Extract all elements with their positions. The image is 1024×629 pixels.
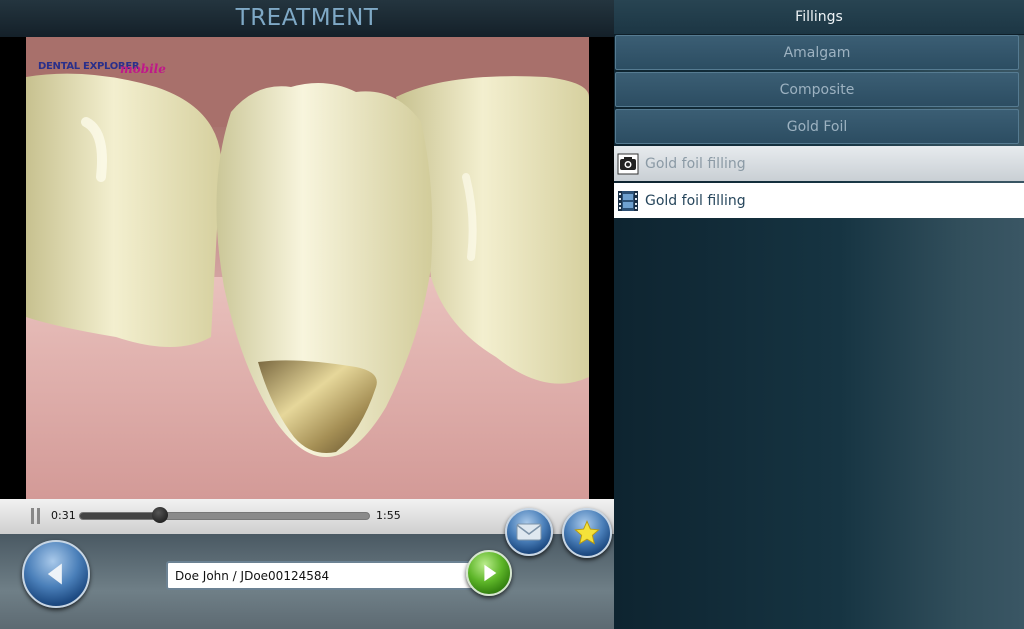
category-gold-foil[interactable]: Gold Foil bbox=[615, 109, 1019, 144]
go-button[interactable] bbox=[466, 550, 512, 596]
current-time: 0:31 bbox=[51, 509, 76, 522]
dental-image bbox=[26, 37, 589, 499]
total-time: 1:55 bbox=[376, 509, 401, 522]
seek-bar[interactable] bbox=[79, 512, 370, 520]
media-item-label: Gold foil filling bbox=[645, 155, 746, 172]
page-title: TREATMENT bbox=[235, 5, 379, 31]
pause-icon bbox=[31, 508, 34, 524]
film-icon bbox=[617, 190, 639, 212]
arrow-right-icon bbox=[484, 564, 497, 582]
media-item-video[interactable]: Gold foil filling bbox=[614, 183, 1024, 218]
patient-field[interactable]: Doe John / JDoe00124584 bbox=[166, 561, 478, 590]
arrow-left-icon bbox=[47, 563, 62, 585]
envelope-icon bbox=[516, 523, 542, 541]
email-button[interactable] bbox=[505, 508, 553, 556]
video-frame[interactable]: DENTAL EXPLORER mobile bbox=[26, 37, 589, 499]
seek-bar-progress bbox=[80, 513, 162, 519]
sidebar: Fillings Amalgam Composite Gold Foil Gol… bbox=[614, 0, 1024, 629]
watermark-edition: mobile bbox=[120, 62, 166, 76]
favorite-button[interactable] bbox=[562, 508, 612, 558]
star-icon bbox=[574, 520, 600, 545]
media-item-label: Gold foil filling bbox=[645, 192, 746, 209]
media-item-photo[interactable]: Gold foil filling bbox=[614, 146, 1024, 181]
camera-icon bbox=[617, 153, 639, 175]
category-amalgam[interactable]: Amalgam bbox=[615, 35, 1019, 70]
seek-handle[interactable] bbox=[152, 507, 169, 523]
pause-button[interactable] bbox=[30, 508, 42, 524]
back-button[interactable] bbox=[22, 540, 90, 608]
title-bar: TREATMENT bbox=[0, 0, 614, 37]
category-composite[interactable]: Composite bbox=[615, 72, 1019, 107]
video-player[interactable]: DENTAL EXPLORER mobile bbox=[0, 37, 614, 499]
media-pane: TREATMENT DENTAL EXPLORER mobile 0:31 1:… bbox=[0, 0, 614, 629]
sidebar-header: Fillings bbox=[614, 0, 1024, 35]
app-watermark: DENTAL EXPLORER mobile bbox=[38, 61, 166, 83]
